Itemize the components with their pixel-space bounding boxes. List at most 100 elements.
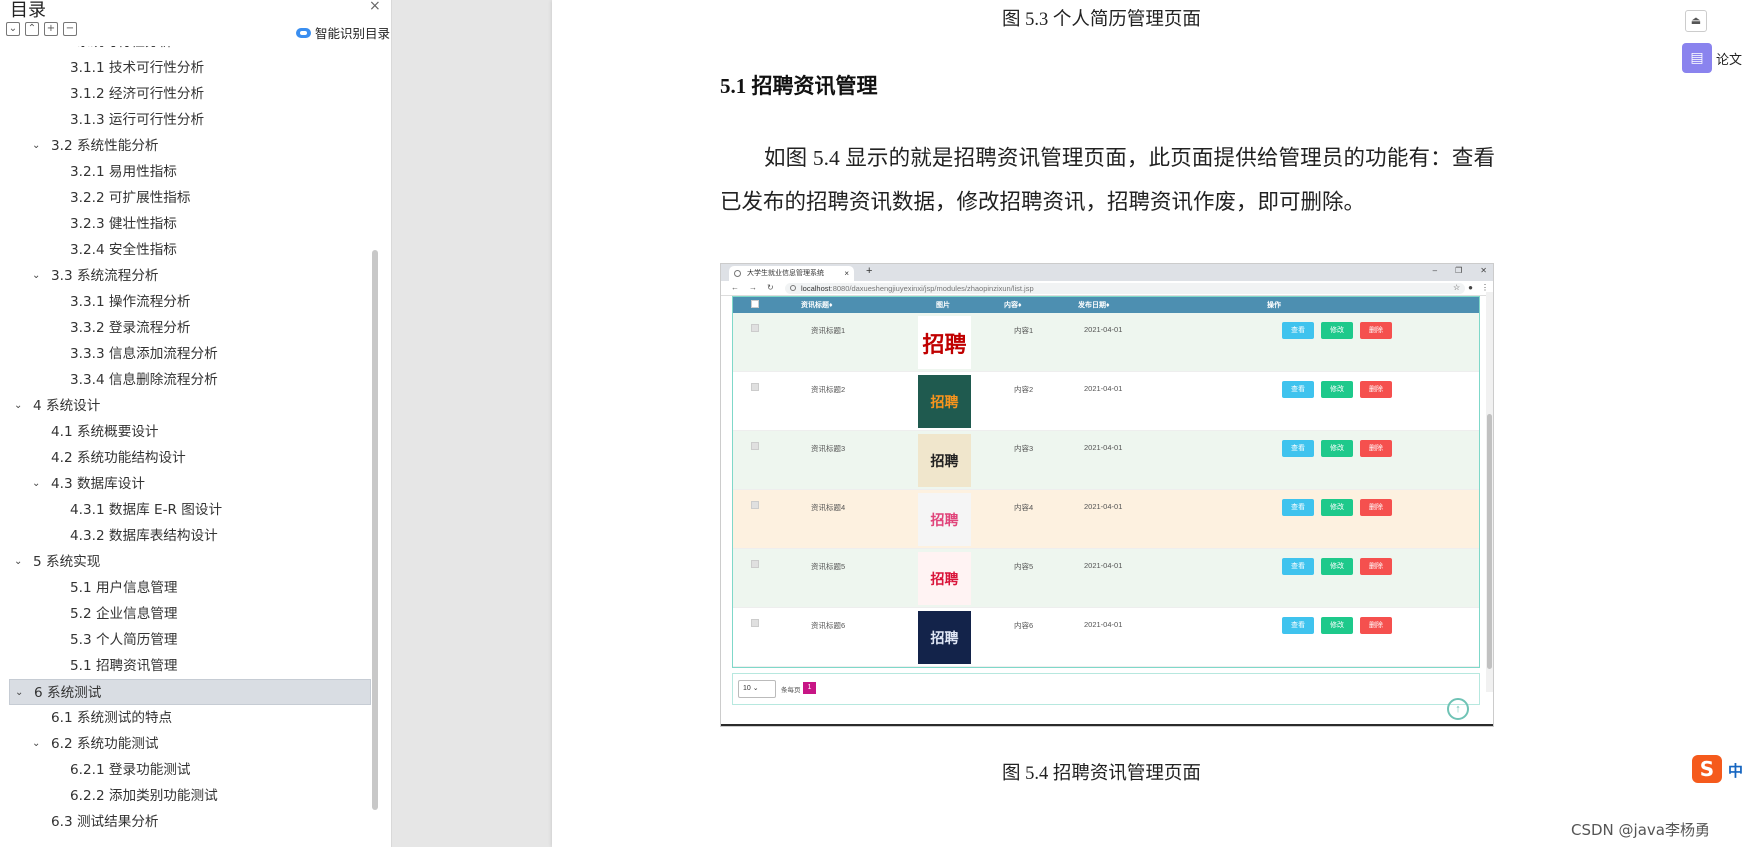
view-button[interactable]: 查看 — [1282, 617, 1314, 634]
delete-button[interactable]: 删除 — [1360, 558, 1392, 575]
toc-item[interactable]: 3.2.1 易用性指标 — [0, 159, 372, 185]
new-tab-icon[interactable]: + — [866, 265, 872, 277]
tab-close-icon[interactable]: × — [844, 266, 849, 281]
toc-item[interactable]: ⌄ 4.3 数据库设计 — [0, 471, 372, 497]
delete-button[interactable]: 删除 — [1360, 499, 1392, 516]
delete-button[interactable]: 删除 — [1360, 322, 1392, 339]
menu-icon[interactable]: ⋮ — [1481, 283, 1489, 292]
toc-item[interactable]: ⌄ 6.2 系统功能测试 — [0, 731, 372, 757]
restore-icon[interactable]: ❐ — [1455, 266, 1462, 275]
chevron-down-icon[interactable]: ⌄ — [32, 731, 40, 757]
view-button[interactable]: 查看 — [1282, 440, 1314, 457]
page-size-select[interactable]: 10 ⌄ — [738, 680, 776, 698]
star-icon[interactable]: ☆ — [1453, 283, 1460, 292]
view-button[interactable]: 查看 — [1282, 381, 1314, 398]
toc-item[interactable]: 6.2.2 添加类别功能测试 — [0, 783, 372, 809]
toc-item[interactable]: 3.3.3 信息添加流程分析 — [0, 341, 372, 367]
toc-item[interactable]: 6.2.1 登录功能测试 — [0, 757, 372, 783]
close-icon[interactable]: × — [369, 0, 381, 14]
profile-icon[interactable]: ● — [1468, 283, 1473, 292]
close-window-icon[interactable]: ✕ — [1480, 266, 1487, 275]
row-checkbox[interactable] — [751, 383, 759, 391]
toc-item[interactable]: ⌄ 6 系统测试 — [9, 679, 371, 705]
edit-button[interactable]: 修改 — [1321, 617, 1353, 634]
toc-item[interactable]: 3.2.4 安全性指标 — [0, 237, 372, 263]
toc-item[interactable]: 3.2.2 可扩展性指标 — [0, 185, 372, 211]
page-scrollbar-thumb[interactable] — [1487, 414, 1492, 669]
edit-button[interactable]: 修改 — [1321, 381, 1353, 398]
browser-tab[interactable]: 大学生就业信息管理系统 × — [729, 266, 854, 281]
toc-item[interactable]: 4.1 系统概要设计 — [0, 419, 372, 445]
chevron-down-icon[interactable]: ⌄ — [32, 133, 40, 159]
table-row[interactable]: 资讯标题4 招聘 内容4 2021-04-01 查看 修改 删除 — [733, 490, 1479, 549]
edit-button[interactable]: 修改 — [1321, 322, 1353, 339]
toc-item[interactable]: 3.2.3 健壮性指标 — [0, 211, 372, 237]
toc-item[interactable]: 3.3.1 操作流程分析 — [0, 289, 372, 315]
toc-item[interactable]: ⌄ 3.1 系统可行性分析 — [0, 46, 372, 55]
paper-tool-label[interactable]: 论文 — [1716, 49, 1745, 68]
view-button[interactable]: 查看 — [1282, 558, 1314, 575]
toc-item[interactable]: 5.2 企业信息管理 — [0, 601, 372, 627]
chevron-down-icon[interactable]: ⌄ — [32, 471, 40, 497]
collapse-all-icon[interactable]: ⌃ — [25, 22, 39, 36]
toc-item[interactable]: 5.1 用户信息管理 — [0, 575, 372, 601]
back-icon[interactable]: ← — [731, 283, 739, 292]
reload-icon[interactable]: ↻ — [767, 283, 774, 292]
chevron-down-icon[interactable]: ⌄ — [32, 263, 40, 289]
toc-item[interactable]: ⌄ 5 系统实现 — [0, 549, 372, 575]
row-checkbox[interactable] — [751, 560, 759, 568]
delete-button[interactable]: 删除 — [1360, 617, 1392, 634]
toc-item[interactable]: 5.3 个人简历管理 — [0, 627, 372, 653]
paper-tool-icon[interactable]: ▤ — [1682, 43, 1712, 73]
chevron-down-icon[interactable]: ⌄ — [14, 393, 22, 419]
delete-button[interactable]: 删除 — [1360, 381, 1392, 398]
toc-item[interactable]: ⌄ 3.2 系统性能分析 — [0, 133, 372, 159]
ime-logo-icon[interactable]: S — [1692, 755, 1722, 783]
toc-item[interactable]: ⌄ 3.3 系统流程分析 — [0, 263, 372, 289]
edit-button[interactable]: 修改 — [1321, 499, 1353, 516]
toc-item[interactable]: 5.1 招聘资讯管理 — [0, 653, 372, 679]
col-date-header[interactable]: 发布日期♦ — [1078, 300, 1110, 310]
view-button[interactable]: 查看 — [1282, 322, 1314, 339]
col-content-header[interactable]: 内容♦ — [1004, 300, 1022, 310]
delete-button[interactable]: 删除 — [1360, 440, 1392, 457]
toc-item[interactable]: 3.1.1 技术可行性分析 — [0, 55, 372, 81]
remove-bookmark-icon[interactable]: − — [63, 22, 77, 36]
row-checkbox[interactable] — [751, 619, 759, 627]
smart-toc-button[interactable]: 智能识别目录 — [296, 23, 390, 42]
row-checkbox[interactable] — [751, 324, 759, 332]
minimize-icon[interactable]: – — [1433, 266, 1437, 275]
toc-item[interactable]: 3.3.4 信息删除流程分析 — [0, 367, 372, 393]
toc-item[interactable]: 6.1 系统测试的特点 — [0, 705, 372, 731]
toc-item[interactable]: 4.2 系统功能结构设计 — [0, 445, 372, 471]
toc-item[interactable]: 6.3 测试结果分析 — [0, 809, 372, 835]
view-button[interactable]: 查看 — [1282, 499, 1314, 516]
add-bookmark-icon[interactable]: + — [44, 22, 58, 36]
ime-mode-label[interactable]: 中 — [1728, 760, 1743, 781]
table-row[interactable]: 资讯标题6 招聘 内容6 2021-04-01 查看 修改 删除 — [733, 608, 1479, 667]
toc-item[interactable]: 4.3.2 数据库表结构设计 — [0, 523, 372, 549]
toc-item[interactable]: ⌄ 4 系统设计 — [0, 393, 372, 419]
chevron-down-icon[interactable]: ⌄ — [14, 549, 22, 575]
toc-item[interactable]: 4.3.1 数据库 E-R 图设计 — [0, 497, 372, 523]
row-checkbox[interactable] — [751, 501, 759, 509]
row-checkbox[interactable] — [751, 442, 759, 450]
table-row[interactable]: 资讯标题2 招聘 内容2 2021-04-01 查看 修改 删除 — [733, 372, 1479, 431]
url-field[interactable]: localhost:8080/daxueshengjiuyexinxi/jsp/… — [785, 283, 1465, 294]
chevron-down-icon[interactable]: ⌄ — [15, 680, 23, 706]
table-row[interactable]: 资讯标题5 招聘 内容5 2021-04-01 查看 修改 删除 — [733, 549, 1479, 608]
expand-all-icon[interactable]: ⌄ — [6, 22, 20, 36]
back-to-top-icon[interactable]: ↑ — [1447, 698, 1469, 720]
table-row[interactable]: 资讯标题1 招聘 内容1 2021-04-01 查看 修改 删除 — [733, 313, 1479, 372]
toc-item[interactable]: 3.1.2 经济可行性分析 — [0, 81, 372, 107]
chevron-down-icon[interactable]: ⌄ — [32, 46, 40, 55]
collapse-panel-icon[interactable]: ⏏ — [1685, 10, 1707, 32]
page-1-button[interactable]: 1 — [803, 682, 816, 694]
edit-button[interactable]: 修改 — [1321, 440, 1353, 457]
table-row[interactable]: 资讯标题3 招聘 内容3 2021-04-01 查看 修改 删除 — [733, 431, 1479, 490]
toc-item[interactable]: 3.1.3 运行可行性分析 — [0, 107, 372, 133]
toc-item[interactable]: 3.3.2 登录流程分析 — [0, 315, 372, 341]
select-all-checkbox[interactable] — [751, 300, 759, 308]
forward-icon[interactable]: → — [749, 283, 757, 292]
edit-button[interactable]: 修改 — [1321, 558, 1353, 575]
